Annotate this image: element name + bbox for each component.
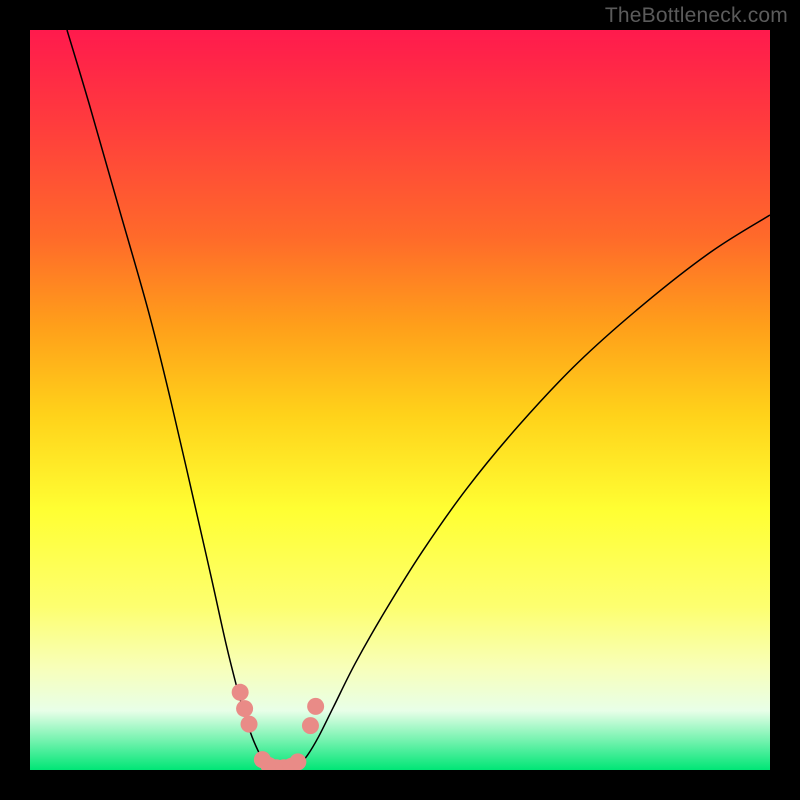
curve-right-branch (298, 215, 770, 766)
data-point-marker (241, 716, 258, 733)
data-point-marker (289, 753, 306, 770)
curve-left-branch (67, 30, 265, 766)
chart-frame: TheBottleneck.com (0, 0, 800, 800)
data-point-marker (232, 684, 249, 701)
chart-overlay (30, 30, 770, 770)
curve-group (67, 30, 770, 769)
data-point-marker (236, 700, 253, 717)
plot-area (30, 30, 770, 770)
marker-group (232, 684, 324, 770)
data-point-marker (302, 717, 319, 734)
watermark-text: TheBottleneck.com (605, 4, 788, 28)
data-point-marker (307, 698, 324, 715)
